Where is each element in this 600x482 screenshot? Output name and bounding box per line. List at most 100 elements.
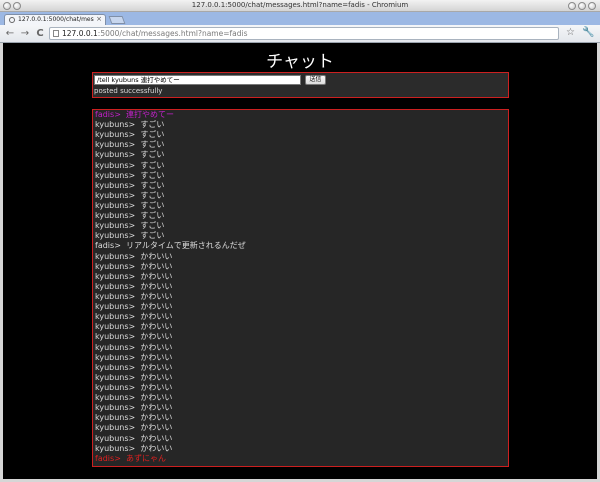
message-text: すごい (137, 221, 165, 231)
message-text: かわいい (137, 413, 173, 423)
page-icon (53, 30, 59, 37)
message-user: kyubuns (95, 433, 129, 443)
url-text: 127.0.0.1:5000/chat/messages.html?name=f… (62, 29, 247, 38)
message-user: kyubuns (95, 231, 129, 241)
message-text: かわいい (137, 362, 173, 372)
browser-toolbar: ← → C 127.0.0.1:5000/chat/messages.html?… (0, 25, 600, 43)
message-line: kyubuns> すごい (93, 130, 508, 140)
message-log: fadis> 連打やめてー kyubuns> すごい kyubuns> すごい kyu… (92, 109, 509, 467)
message-user: kyubuns (95, 443, 129, 453)
message-input[interactable]: /tell kyubuns 連打やめてー (94, 75, 301, 85)
window-title: 127.0.0.1:5000/chat/messages.html?name=f… (191, 1, 409, 9)
message-text: かわいい (137, 382, 173, 392)
message-user: fadis (95, 453, 115, 463)
message-separator: > (128, 413, 138, 423)
message-user: kyubuns (95, 413, 129, 423)
message-text: 連打やめてー (123, 110, 174, 119)
message-separator: > (128, 322, 138, 332)
address-bar[interactable]: 127.0.0.1:5000/chat/messages.html?name=f… (49, 27, 559, 40)
message-text: かわいい (137, 332, 173, 342)
message-user: fadis (95, 110, 115, 119)
message-user: kyubuns (95, 352, 129, 362)
message-line: kyubuns> すごい (93, 221, 508, 231)
message-user: kyubuns (95, 120, 129, 130)
message-user: kyubuns (95, 362, 129, 372)
message-line: kyubuns> かわいい (93, 292, 508, 302)
bookmark-star-icon[interactable]: ☆ (566, 27, 575, 38)
message-separator: > (128, 160, 138, 170)
tab-title: 127.0.0.1:5000/chat/mes (18, 16, 94, 23)
message-user: kyubuns (95, 271, 129, 281)
message-separator: > (128, 200, 138, 210)
send-button[interactable]: 送信 (305, 75, 326, 85)
page-content: チャット /tell kyubuns 連打やめてー 送信 posted succ… (3, 43, 597, 479)
message-line: kyubuns> かわいい (93, 353, 508, 363)
message-separator: > (128, 443, 138, 453)
message-separator: > (128, 281, 138, 291)
message-separator: > (128, 120, 138, 130)
message-text: すごい (137, 170, 165, 180)
page-title: チャット (266, 52, 334, 72)
message-text: すごい (137, 150, 165, 160)
maximize-icon[interactable] (578, 2, 586, 10)
message-line: kyubuns> かわいい (93, 262, 508, 272)
message-separator: > (128, 211, 138, 221)
message-user: kyubuns (95, 372, 129, 382)
message-text: すごい (137, 140, 165, 150)
message-text: かわいい (137, 352, 173, 362)
message-line: kyubuns> すごい (93, 161, 508, 171)
message-user: kyubuns (95, 150, 129, 160)
forward-arrow-icon[interactable]: → (19, 28, 31, 40)
message-text: かわいい (137, 312, 173, 322)
message-separator: > (128, 362, 138, 372)
message-separator: > (128, 342, 138, 352)
wrench-menu-icon[interactable]: 🔧 (582, 27, 594, 38)
message-text: かわいい (137, 322, 173, 332)
message-user: kyubuns (95, 342, 129, 352)
message-line: kyubuns> かわいい (93, 363, 508, 373)
message-separator: > (128, 291, 138, 301)
message-line: fadis> 連打やめてー (93, 110, 508, 120)
message-line: kyubuns> すごい (93, 231, 508, 241)
message-separator: > (128, 221, 138, 231)
message-line: fadis> リアルタイムで更新されるんだぜ (93, 241, 508, 251)
message-user: kyubuns (95, 190, 129, 200)
message-text: かわいい (137, 443, 173, 453)
message-text: かわいい (137, 302, 173, 312)
message-user: fadis (95, 241, 115, 251)
message-text: かわいい (137, 393, 173, 403)
message-line: kyubuns> すごい (93, 201, 508, 211)
message-line: kyubuns> すごい (93, 120, 508, 130)
reload-icon[interactable]: C (34, 28, 46, 40)
message-separator: > (128, 312, 138, 322)
status-text: posted successfully (94, 87, 163, 95)
message-text: かわいい (137, 372, 173, 382)
message-line: kyubuns> かわいい (93, 343, 508, 353)
message-text: かわいい (137, 423, 173, 433)
close-window-icon[interactable] (588, 2, 596, 10)
tab-close-icon[interactable]: × (96, 15, 102, 23)
new-tab-button[interactable] (108, 16, 126, 24)
message-user: kyubuns (95, 200, 129, 210)
message-separator: > (128, 271, 138, 281)
message-text: かわいい (137, 261, 173, 271)
message-line: kyubuns> かわいい (93, 312, 508, 322)
message-line: kyubuns> かわいい (93, 302, 508, 312)
message-user: kyubuns (95, 140, 129, 150)
minimize-icon[interactable] (568, 2, 576, 10)
message-separator: > (128, 352, 138, 362)
message-text: かわいい (137, 271, 173, 281)
message-line: kyubuns> すごい (93, 191, 508, 201)
url-path: :5000/chat/messages.html?name=fadis (97, 29, 248, 38)
message-separator: > (128, 251, 138, 261)
back-arrow-icon[interactable]: ← (4, 28, 16, 40)
window-titlebar: 127.0.0.1:5000/chat/messages.html?name=f… (0, 0, 600, 12)
message-text: あずにゃん (123, 453, 166, 463)
browser-tab[interactable]: 127.0.0.1:5000/chat/mes × (4, 14, 106, 25)
message-separator: > (128, 302, 138, 312)
message-line: kyubuns> かわいい (93, 322, 508, 332)
globe-icon (9, 17, 15, 23)
message-user: kyubuns (95, 312, 129, 322)
message-separator: > (128, 180, 138, 190)
message-line: kyubuns> すごい (93, 181, 508, 191)
